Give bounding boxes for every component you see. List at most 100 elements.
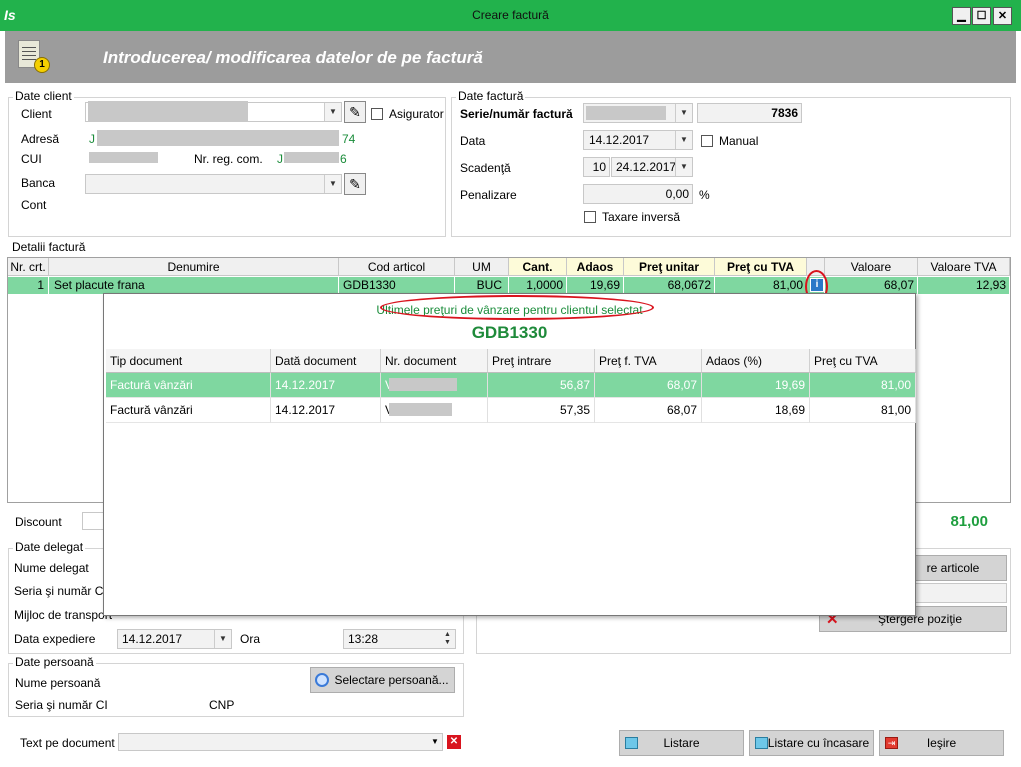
cell-adaos: 19,69 [567,277,624,294]
nrreg-prefix: J [277,152,283,166]
pcell-adaos: 18,69 [702,398,810,423]
chevron-down-icon[interactable]: ▼ [324,175,341,193]
col-valoare-tva[interactable]: Valoare TVA [918,258,1010,276]
cnp-label: CNP [209,698,235,712]
pcell-pret-intrare: 56,87 [488,373,595,398]
adresa-redacted [97,130,339,146]
client-select[interactable]: ▼ [85,101,342,122]
cell-cod: GDB1330 [339,277,455,294]
edit-banca-button[interactable]: ✎ [344,173,366,195]
chevron-down-icon[interactable]: ▼ [675,104,692,122]
grid-header: Nr. crt. Denumire Cod articol UM Cant. A… [8,258,1010,276]
cell-cant: 1,0000 [509,277,567,294]
nume-persoana-label: Nume persoană [15,676,101,690]
print-icon [625,737,638,749]
nume-delegat-label: Nume delegat [14,561,89,575]
chevron-down-icon[interactable]: ▼ [675,131,692,149]
col-adaos[interactable]: Adaos [567,258,624,276]
cui-redacted [89,152,158,163]
pcol-nr[interactable]: Nr. document [381,349,488,373]
pcell-pret-tva: 81,00 [810,398,916,423]
search-person-icon [315,673,329,687]
col-denumire[interactable]: Denumire [49,258,339,276]
edit-client-button[interactable]: ✎ [344,101,366,123]
maximize-button[interactable]: ☐ [972,7,991,25]
pcol-pret-tva[interactable]: Preţ cu TVA [810,349,916,373]
title-bar: Is Creare factură ▁ ☐ ✕ [0,0,1021,31]
taxare-checkbox[interactable] [584,211,596,223]
chevron-down-icon[interactable]: ▼ [428,734,442,750]
client-label: Client [21,107,52,121]
pcell-pret-intrare: 57,35 [488,398,595,423]
table-row[interactable]: Factură vânzări 14.12.2017 V 56,87 68,07… [106,373,916,398]
step-badge: 1 [34,57,50,73]
pcell-nr-redacted [389,378,457,391]
penalizare-label: Penalizare [460,188,517,202]
invoice-group-title: Date factură [456,89,526,103]
pen-icon: ✎ [349,104,361,120]
pcol-data[interactable]: Dată document [271,349,381,373]
selectare-persoana-button[interactable]: Selectare persoană... [310,667,455,693]
pcell-pret-ftva: 68,07 [595,373,702,398]
print-receipt-icon [755,737,768,749]
client-redacted [88,101,248,121]
nrreg-label: Nr. reg. com. [194,152,263,166]
chevron-down-icon[interactable]: ▼ [214,630,231,648]
pcol-tip[interactable]: Tip document [106,349,271,373]
delegate-group-title: Date delegat [13,540,86,554]
text-document-label: Text pe document [20,736,115,750]
col-pret-tva[interactable]: Preţ cu TVA [715,258,807,276]
seria-ci-persoana-label: Seria şi număr CI [15,698,108,712]
popup-header: Tip document Dată document Nr. document … [106,349,916,373]
ora-field[interactable]: 13:28 ▲ ▼ [343,629,456,649]
data-field[interactable]: 14.12.2017 ▼ [583,130,693,150]
banca-select[interactable]: ▼ [85,174,342,194]
penalizare-input[interactable]: 0,00 [583,184,693,204]
manual-checkbox[interactable] [701,135,713,147]
text-document-select[interactable]: ▼ [118,733,443,751]
pcell-adaos: 19,69 [702,373,810,398]
spinner-icon[interactable]: ▲ ▼ [441,631,454,647]
nrreg-suffix: 6 [340,152,347,166]
data-expediere-label: Data expediere [14,632,96,646]
minimize-button[interactable]: ▁ [952,7,971,25]
col-pret-unitar[interactable]: Preţ unitar [624,258,715,276]
col-cod[interactable]: Cod articol [339,258,455,276]
popup-product-code: GDB1330 [471,323,548,342]
cell-um: BUC [455,277,509,294]
penalizare-unit: % [699,188,710,202]
manual-label: Manual [719,134,759,148]
last-prices-popup: Ultimele preţuri de vânzare pentru clien… [103,293,916,616]
chevron-down-icon[interactable]: ▼ [324,103,341,121]
close-button[interactable]: ✕ [993,7,1012,25]
serie-select[interactable]: ▼ [583,103,693,123]
scadenta-days[interactable]: 10 [583,157,610,177]
data-label: Data [460,134,486,148]
ora-label: Ora [240,632,261,646]
scadenta-date-value: 24.12.2017 [616,160,677,174]
header-banner: Introducerea/ modificarea datelor de pe … [5,31,1016,83]
exit-icon: ⇥ [885,737,898,749]
pcol-pret-ftva[interactable]: Preţ f. TVA [595,349,702,373]
col-cant[interactable]: Cant. [509,258,567,276]
pcell-pret-tva: 81,00 [810,373,916,398]
discount-label: Discount [15,515,62,529]
window-title: Creare factură [472,8,549,22]
cell-denumire: Set placute frana [49,277,339,294]
clear-text-icon[interactable]: ✕ [447,735,461,749]
scadenta-date[interactable]: 24.12.2017 ▼ [611,157,693,177]
table-row[interactable]: Factură vânzări 14.12.2017 V 57,35 68,07… [106,398,916,423]
asigurator-checkbox[interactable] [371,108,383,120]
pcell-tip: Factură vânzări [106,398,271,423]
col-valoare[interactable]: Valoare [825,258,918,276]
pcell-data: 14.12.2017 [271,398,381,423]
chevron-down-icon[interactable]: ▼ [675,158,692,176]
pcol-pret-intrare[interactable]: Preţ intrare [488,349,595,373]
table-row[interactable]: 1 Set placute frana GDB1330 BUC 1,0000 1… [8,277,1010,294]
pcol-adaos[interactable]: Adaos (%) [702,349,810,373]
mijloc-transport-label: Mijloc de transport [14,608,113,622]
col-um[interactable]: UM [455,258,509,276]
data-expediere-field[interactable]: 14.12.2017 ▼ [117,629,232,649]
col-nr[interactable]: Nr. crt. [8,258,49,276]
invoice-number[interactable]: 7836 [697,103,802,123]
